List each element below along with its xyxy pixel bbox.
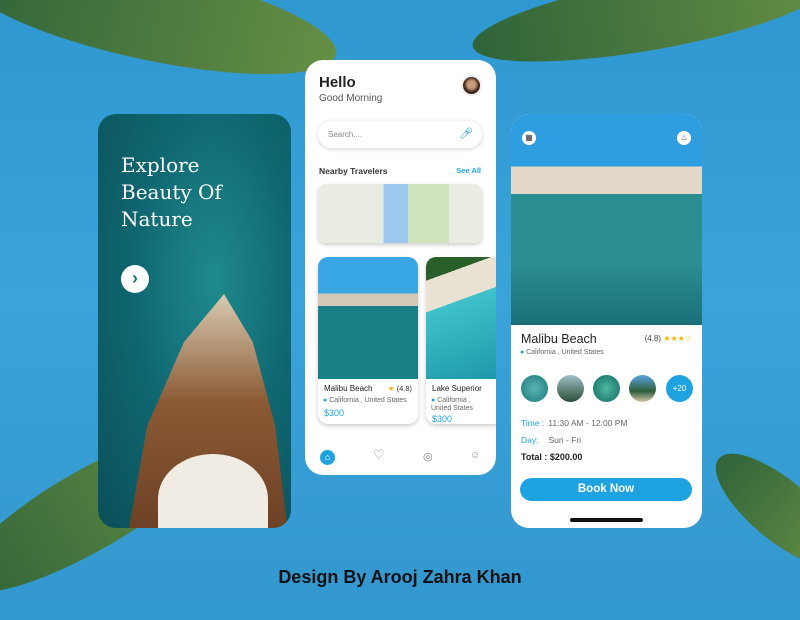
splash-screen: Explore Beauty Of Nature › xyxy=(98,114,291,528)
grid-menu-icon[interactable]: ▦ xyxy=(522,131,536,145)
destination-rating: (4.8) ★★★☆ xyxy=(645,334,692,343)
destination-hero-image xyxy=(511,114,702,325)
rating-value: (4.8) xyxy=(644,334,662,343)
card-price: $300 xyxy=(324,408,345,418)
greeting: Hello xyxy=(319,74,356,91)
chevron-right-icon: › xyxy=(132,268,138,288)
day-label: Day: xyxy=(521,435,539,445)
day-value: Sun - Fri xyxy=(548,435,582,445)
photo-thumbnail[interactable] xyxy=(557,375,584,402)
photo-thumbnail[interactable] xyxy=(629,375,656,402)
total-price: Total : $200.00 xyxy=(521,452,583,462)
home-screen: Hello Good Morning Search.... 🎤︎ Nearby T… xyxy=(305,60,496,475)
book-now-button[interactable]: Book Now xyxy=(520,478,692,501)
card-rating: ★ (4.8) xyxy=(388,384,412,393)
palm-leaf-decoration xyxy=(0,0,346,99)
day-row: Day: Sun - Fri xyxy=(521,435,581,445)
photo-thumbnail[interactable] xyxy=(521,375,548,402)
card-location: ● California , United States xyxy=(323,397,407,404)
star-rating-icon: ★★★☆ xyxy=(663,334,692,343)
time-value: 11:30 AM - 12:00 PM xyxy=(548,418,628,428)
section-title: Nearby Travelers xyxy=(319,166,388,176)
destination-card[interactable]: Malibu Beach ★ (4.8) ● California , Unit… xyxy=(318,257,418,424)
subgreeting: Good Morning xyxy=(319,93,383,104)
next-button[interactable]: › xyxy=(121,265,149,293)
nav-compass-icon[interactable]: ◎ xyxy=(423,450,433,463)
splash-title: Explore Beauty Of Nature xyxy=(121,153,222,231)
nearby-map[interactable] xyxy=(318,184,482,243)
card-title: Lake Superior xyxy=(432,384,482,393)
bell-icon[interactable]: ♨ xyxy=(677,131,691,145)
destination-image xyxy=(426,257,496,379)
destination-title: Malibu Beach xyxy=(521,332,597,346)
time-label: Time : xyxy=(521,418,545,428)
nav-home-icon[interactable]: ⌂ xyxy=(320,450,335,465)
more-photos-button[interactable]: +20 xyxy=(666,375,693,402)
avatar[interactable] xyxy=(461,75,482,96)
star-icon: ★ xyxy=(387,384,395,393)
card-location: ● California , United States xyxy=(431,397,491,413)
search-placeholder: Search.... xyxy=(328,130,363,139)
palm-leaf-decoration xyxy=(466,0,800,81)
nav-heart-icon[interactable]: ♡ xyxy=(373,447,385,463)
see-all-link[interactable]: See All xyxy=(456,166,481,175)
detail-screen: ▦ ♨ Malibu Beach (4.8) ★★★☆ ● California… xyxy=(511,114,702,528)
nav-users-icon[interactable]: ☺ xyxy=(470,450,480,461)
rating-value: (4.8) xyxy=(396,384,412,393)
card-price: $300 xyxy=(432,414,453,424)
location-pin-icon: ● xyxy=(520,349,525,356)
destination-location: ● California , United States xyxy=(520,349,604,356)
designer-credit: Design By Arooj Zahra Khan xyxy=(278,567,522,587)
palm-leaf-decoration xyxy=(699,435,800,585)
search-input[interactable]: Search.... 🎤︎ xyxy=(318,121,482,148)
destination-image xyxy=(318,257,418,379)
photo-thumbnail[interactable] xyxy=(593,375,620,402)
location-pin-icon: ● xyxy=(431,397,436,404)
destination-card[interactable]: Lake Superior ● California , United Stat… xyxy=(426,257,496,424)
location-pin-icon: ● xyxy=(323,397,328,404)
card-title: Malibu Beach xyxy=(324,384,373,393)
time-row: Time :11:30 AM - 12:00 PM xyxy=(521,418,628,428)
location-text: California , United States xyxy=(329,397,407,404)
location-text: California , United States xyxy=(431,397,474,412)
location-text: California , United States xyxy=(526,349,604,356)
mic-icon[interactable]: 🎤︎ xyxy=(459,127,473,140)
home-indicator xyxy=(570,518,643,522)
